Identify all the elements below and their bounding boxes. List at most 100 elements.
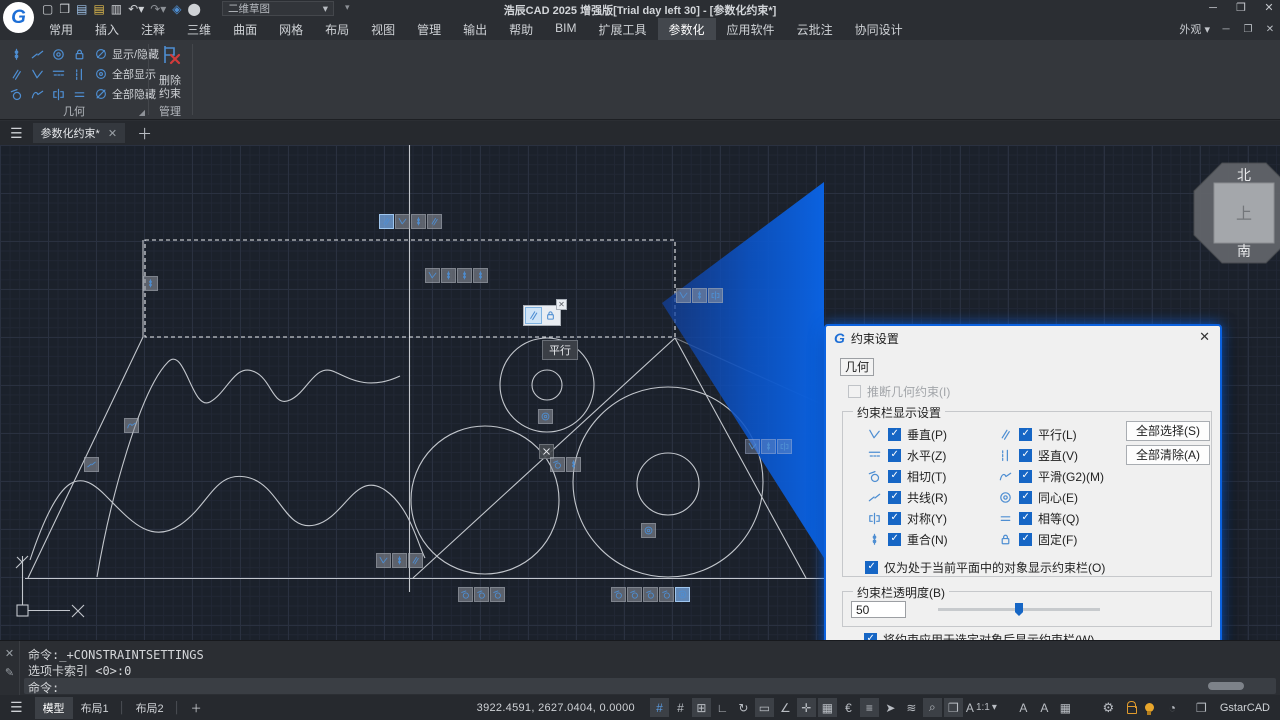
ribbon-tab-常用[interactable]: 常用 <box>38 18 84 41</box>
symmetric-checkbox[interactable] <box>888 512 901 525</box>
ribbon-tab-布局[interactable]: 布局 <box>314 18 360 41</box>
tab-close-icon[interactable]: ✕ <box>108 127 117 140</box>
ribbon-tab-参数化[interactable]: 参数化 <box>658 18 716 41</box>
badge-parallel[interactable] <box>379 214 394 229</box>
constraint-tool-fixed[interactable] <box>69 44 90 64</box>
drawing-canvas[interactable]: ✕ 平行 北 南 东 上 G 约束设置 ✕ 几何 推断几何约束(I) <box>0 145 1280 640</box>
smooth-checkbox[interactable] <box>1019 470 1032 483</box>
constraint-tool-parallel[interactable] <box>6 64 27 84</box>
badge-coincident[interactable] <box>143 276 158 291</box>
lineweight-icon[interactable]: ≡ <box>860 698 879 717</box>
ribbon-tab-网格[interactable]: 网格 <box>268 18 314 41</box>
badge-collinear[interactable] <box>84 457 99 472</box>
vertical-checkbox[interactable] <box>1019 449 1032 462</box>
close-button[interactable]: ✕ <box>1262 0 1276 17</box>
ribbon-tab-曲面[interactable]: 曲面 <box>222 18 268 41</box>
constraint-tool-perpendicular[interactable] <box>27 64 48 84</box>
badge-coincident[interactable] <box>473 268 488 283</box>
constraint-badge-bar[interactable] <box>425 268 489 283</box>
view-cube[interactable]: 北 南 东 上 <box>1186 155 1280 275</box>
model-tab[interactable]: 模型 <box>35 697 73 719</box>
constraint-tool-symmetric[interactable] <box>48 84 69 104</box>
cube-north-label[interactable]: 北 <box>1237 167 1251 183</box>
fixed-checkbox[interactable] <box>1019 533 1032 546</box>
ribbon-tab-协同设计[interactable]: 协同设计 <box>844 18 914 41</box>
badge-smooth[interactable] <box>124 418 139 433</box>
quick-properties-icon[interactable]: ▦ <box>1056 698 1075 717</box>
ribbon-tab-插入[interactable]: 插入 <box>84 18 130 41</box>
constraint-badge-bar[interactable] <box>84 457 100 472</box>
ribbon-tab-应用软件[interactable]: 应用软件 <box>716 18 786 41</box>
restore-button[interactable]: ❐ <box>1234 0 1248 17</box>
fullscreen-icon[interactable]: ❐ <box>1192 698 1211 717</box>
collinear-checkbox[interactable] <box>888 491 901 504</box>
settings-gear-icon[interactable]: ⚙ <box>1099 698 1118 717</box>
cube-up-label[interactable]: 上 <box>1236 205 1252 223</box>
badge-coincident[interactable] <box>457 268 472 283</box>
ribbon-tab-输出[interactable]: 输出 <box>452 18 498 41</box>
polar-tracking-icon[interactable]: ↻ <box>734 698 753 717</box>
ribbon-tab-BIM[interactable]: BIM <box>544 18 587 41</box>
plane-only-checkbox[interactable] <box>865 561 878 574</box>
badge-tangent[interactable] <box>659 587 674 602</box>
doc-restore-button[interactable]: ❐ <box>1242 24 1254 35</box>
ribbon-tab-三维[interactable]: 三维 <box>176 18 222 41</box>
add-layout-button[interactable]: ＋ <box>183 697 210 719</box>
panel-launcher-icon[interactable]: ◢ <box>139 108 145 117</box>
constraint-badge-bar[interactable] <box>458 587 506 602</box>
layout2-tab[interactable]: 布局2 <box>128 697 172 719</box>
constraint-badge-bar[interactable] <box>143 276 159 291</box>
layout1-tab[interactable]: 布局1 <box>73 697 117 719</box>
badge-perpendicular[interactable] <box>395 214 410 229</box>
badge-parallel[interactable] <box>408 553 423 568</box>
zoom-tool-icon[interactable]: ⌕ <box>923 698 942 717</box>
badge-concentric[interactable] <box>641 523 656 538</box>
clear-all-button[interactable]: 全部清除(A) <box>1126 445 1210 465</box>
constraint-tool-horizontal[interactable] <box>48 64 69 84</box>
constraint-tool-tangent[interactable] <box>6 84 27 104</box>
badge-tangent[interactable] <box>611 587 626 602</box>
minibar-close-icon[interactable]: ✕ <box>556 299 567 310</box>
transparency-slider-thumb[interactable] <box>1015 603 1023 616</box>
equal-checkbox[interactable] <box>1019 512 1032 525</box>
status-menu-icon[interactable]: ☰ <box>10 699 23 716</box>
document-tab[interactable]: 参数化约束* ✕ <box>33 123 126 143</box>
badge-perpendicular[interactable] <box>376 553 391 568</box>
ribbon-tab-帮助[interactable]: 帮助 <box>498 18 544 41</box>
constraint-tool-coincident[interactable] <box>6 44 27 64</box>
dialog-tab-geometry[interactable]: 几何 <box>840 358 874 376</box>
cycle-select-icon[interactable]: € <box>839 698 858 717</box>
command-pencil-icon[interactable]: ✎ <box>0 666 19 679</box>
badge-symmetric[interactable] <box>708 288 723 303</box>
dynamic-input-icon[interactable]: ▭ <box>755 698 774 717</box>
constraint-badge-bar[interactable] <box>124 418 140 433</box>
badge-concentric[interactable] <box>675 587 690 602</box>
ribbon-tab-扩展工具[interactable]: 扩展工具 <box>588 18 658 41</box>
constraint-badge-bar[interactable] <box>611 587 691 602</box>
badge-coincident[interactable] <box>692 288 707 303</box>
layer-control-icon[interactable]: ≋ <box>902 698 921 717</box>
concentric-checkbox[interactable] <box>1019 491 1032 504</box>
ribbon-tab-注释[interactable]: 注释 <box>130 18 176 41</box>
apply-show-checkbox[interactable] <box>864 633 877 640</box>
annotation-autoscale-icon[interactable]: A <box>1035 698 1054 717</box>
badge-tangent[interactable] <box>550 457 565 472</box>
badge-coincident[interactable] <box>392 553 407 568</box>
badge-tangent[interactable] <box>458 587 473 602</box>
snap-mode-icon[interactable]: ⊞ <box>692 698 711 717</box>
tangent-checkbox[interactable] <box>888 470 901 483</box>
bulb-icon[interactable] <box>1145 703 1154 712</box>
select-all-button[interactable]: 全部选择(S) <box>1126 421 1210 441</box>
constraint-badge-bar[interactable] <box>676 288 724 303</box>
ribbon-tab-视图[interactable]: 视图 <box>360 18 406 41</box>
dialog-title-bar[interactable]: G 约束设置 ✕ <box>826 326 1220 350</box>
badge-tangent[interactable] <box>474 587 489 602</box>
badge-coincident[interactable] <box>761 439 776 454</box>
constraint-mini-toolbar[interactable]: ✕ <box>523 305 561 326</box>
unlock-icon[interactable] <box>1127 706 1137 714</box>
delete-constraint-button[interactable]: 删除约束 <box>150 42 190 104</box>
annotation-scale[interactable]: A 1:1 ▾ <box>966 701 997 715</box>
badge-perpendicular[interactable] <box>745 439 760 454</box>
app-logo-icon[interactable]: G <box>3 2 34 33</box>
constraint-tool-smooth[interactable] <box>27 84 48 104</box>
